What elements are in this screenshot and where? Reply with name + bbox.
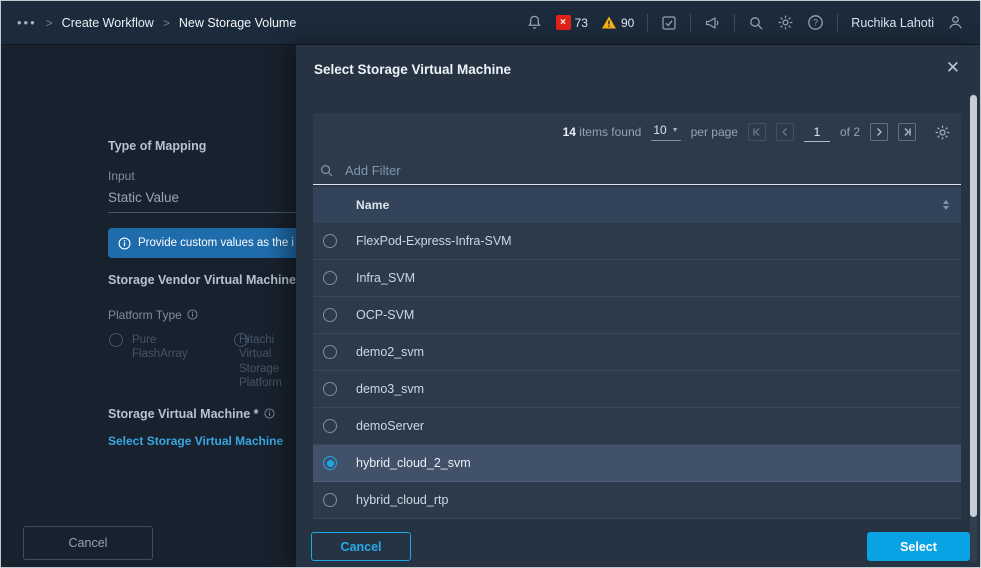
svm-name: hybrid_cloud_rtp [356,493,448,507]
warning-triangle-icon [601,15,617,30]
select-svm-link[interactable]: Select Storage Virtual Machine [108,434,283,448]
divider [837,14,838,32]
radio-button[interactable] [323,308,337,322]
svm-name: demo3_svm [356,382,424,396]
per-page-select[interactable]: 10 ▼ [651,123,680,141]
chevron-right-icon: > [163,16,170,30]
svm-table-card: 14 items found 10 ▼ per page of 2 [313,113,961,519]
table-row[interactable]: Infra_SVM [313,260,961,297]
select-svm-modal: Select Storage Virtual Machine ✕ 14 item… [296,45,980,567]
more-menu-icon[interactable]: ••• [17,15,37,30]
type-of-mapping-label: Type of Mapping [108,139,206,153]
storage-vendor-vm-title: Storage Vendor Virtual Machine [108,273,296,287]
table-body: FlexPod-Express-Infra-SVM Infra_SVM OCP-… [313,223,961,519]
error-alerts[interactable]: × 73 [556,15,588,30]
info-icon [118,237,131,250]
modal-title: Select Storage Virtual Machine [314,62,511,77]
platform-type-label: Platform Type [108,308,198,323]
input-label: Input [108,169,135,183]
table-row[interactable]: demoServer [313,408,961,445]
workflow-cancel-button[interactable]: Cancel [23,526,153,560]
mapping-type-select[interactable]: Static Value [108,190,296,213]
modal-cancel-button[interactable]: Cancel [311,532,411,561]
first-page-button[interactable] [748,123,766,141]
svm-name: hybrid_cloud_2_svm [356,456,471,470]
add-filter-input[interactable] [343,162,957,179]
announcements-megaphone-icon[interactable] [704,15,721,31]
error-count: 73 [575,16,588,30]
table-row[interactable]: FlexPod-Express-Infra-SVM [313,223,961,260]
per-page-label: per page [691,125,738,139]
divider [647,14,648,32]
breadcrumb-create-workflow[interactable]: Create Workflow [62,16,154,30]
total-pages-text: of 2 [840,125,860,139]
svm-field-label: Storage Virtual Machine * [108,407,275,422]
tasks-icon[interactable] [661,15,677,31]
radio-button[interactable] [323,345,337,359]
name-column-header[interactable]: Name [356,198,389,212]
platform-option-hitachi: Hitachi Virtual Storage Platform [239,333,296,391]
page-number-input[interactable] [804,123,830,142]
info-icon [264,408,275,422]
svm-name: Infra_SVM [356,271,415,285]
radio-button[interactable] [323,419,337,433]
warning-alerts[interactable]: 90 [601,15,634,30]
info-icon [187,309,198,323]
svg-text:?: ? [813,18,818,28]
chevron-down-icon: ▼ [672,127,679,134]
items-found-text: 14 items found [563,125,642,139]
table-header: Name [313,187,961,223]
radio-button-checked[interactable] [323,456,337,470]
workflow-mapping-panel: Type of Mapping Input Static Value Provi… [1,45,296,567]
error-badge-icon: × [556,15,571,30]
platform-option-pure: Pure FlashArray [132,333,194,362]
filter-bar [313,157,961,185]
table-row[interactable]: demo2_svm [313,334,961,371]
help-icon[interactable]: ? [807,14,824,31]
info-banner-text: Provide custom values as the i [138,237,294,249]
sort-icon[interactable] [943,200,949,210]
app-window: ••• > Create Workflow > New Storage Volu… [0,0,981,568]
divider [734,14,735,32]
user-avatar-icon[interactable] [947,14,964,31]
close-icon[interactable]: ✕ [946,58,960,78]
breadcrumb-new-storage-volume: New Storage Volume [179,16,296,30]
search-icon [319,163,334,178]
radio-button[interactable] [323,234,337,248]
table-row[interactable]: demo3_svm [313,371,961,408]
breadcrumb: ••• > Create Workflow > New Storage Volu… [17,15,296,30]
table-settings-gear-icon[interactable] [934,124,951,141]
svm-name: demoServer [356,419,424,433]
settings-gear-icon[interactable] [777,14,794,31]
radio-button[interactable] [323,493,337,507]
scrollbar-thumb[interactable] [970,95,977,517]
app-header: ••• > Create Workflow > New Storage Volu… [1,1,980,45]
search-icon[interactable] [748,15,764,31]
last-page-button[interactable] [898,123,916,141]
prev-page-button[interactable] [776,123,794,141]
chevron-right-icon: > [46,16,53,30]
user-name[interactable]: Ruchika Lahoti [851,16,934,30]
svm-name: demo2_svm [356,345,424,359]
warning-count: 90 [621,16,634,30]
svm-name: OCP-SVM [356,308,414,322]
modal-select-button[interactable]: Select [867,532,970,561]
table-row[interactable]: OCP-SVM [313,297,961,334]
divider [690,14,691,32]
header-actions: × 73 90 ? [526,14,964,32]
next-page-button[interactable] [870,123,888,141]
svm-name: FlexPod-Express-Infra-SVM [356,234,512,248]
radio-button[interactable] [323,382,337,396]
notifications-bell-icon[interactable] [526,14,543,31]
table-toolbar: 14 items found 10 ▼ per page of 2 [313,117,961,147]
radio-button[interactable] [323,271,337,285]
table-row-selected[interactable]: hybrid_cloud_2_svm [313,445,961,482]
table-row[interactable]: hybrid_cloud_rtp [313,482,961,519]
info-banner: Provide custom values as the i [108,228,296,258]
radio-pure-flasharray[interactable] [109,333,123,347]
